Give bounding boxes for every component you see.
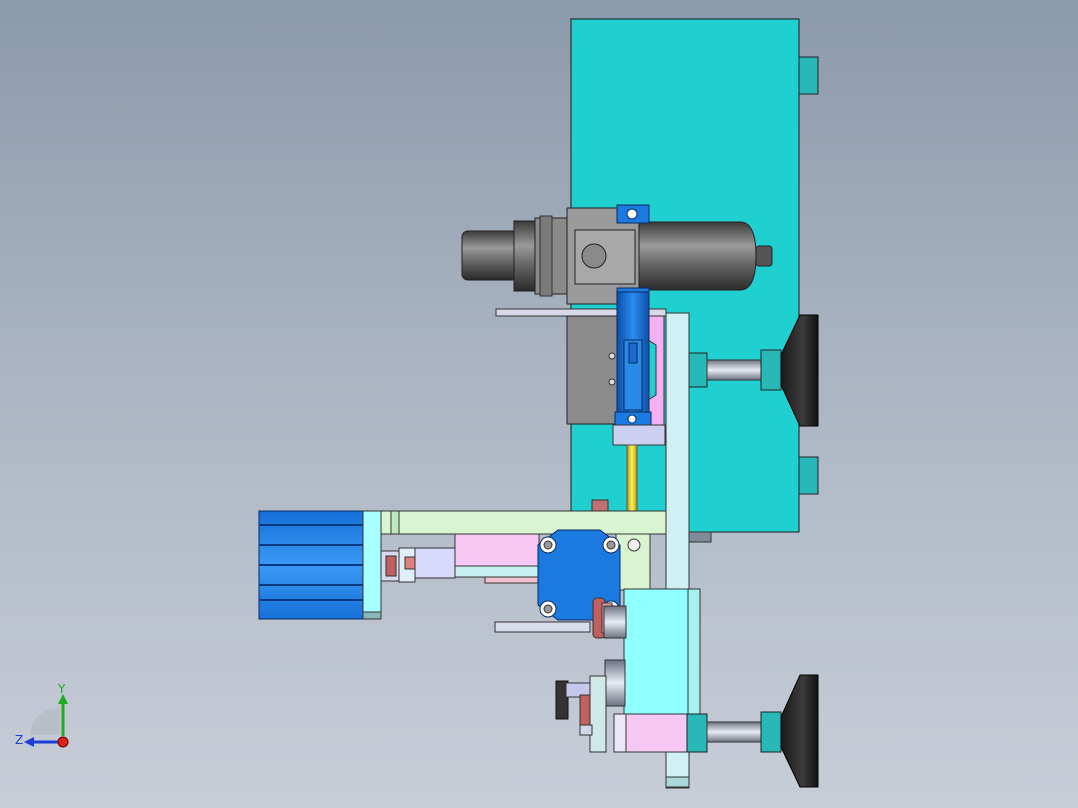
vertical-blue-cylinder[interactable] <box>614 291 652 427</box>
triad-arc-icon <box>30 707 60 735</box>
yellow-guide-rod[interactable] <box>626 444 638 514</box>
lower-suction-pad-assembly[interactable] <box>686 674 819 788</box>
lower-pink-block[interactable] <box>613 713 689 753</box>
lower-thin-plate[interactable] <box>494 621 591 633</box>
machine-assembly-drawing[interactable] <box>0 0 1078 808</box>
z-axis-label: Z <box>15 733 23 747</box>
x-axis-icon <box>57 736 69 748</box>
lower-gray-shaft[interactable] <box>603 605 627 707</box>
y-axis-label: Y <box>57 682 66 696</box>
pink-slider-block[interactable] <box>454 533 540 584</box>
cad-viewport[interactable]: Y Z <box>0 0 1078 808</box>
horizontal-light-green-beam[interactable] <box>379 510 667 535</box>
gray-mount-block[interactable] <box>566 315 618 425</box>
plate-boss-lower[interactable] <box>798 456 819 495</box>
plate-bottom-nub[interactable] <box>688 531 712 543</box>
coordinate-triad: Y Z <box>15 682 69 748</box>
lower-left-bracket[interactable] <box>555 675 607 753</box>
beam-top-nut[interactable] <box>591 499 609 512</box>
plate-boss-upper[interactable] <box>798 56 819 95</box>
left-cylinder-rod[interactable] <box>380 547 456 583</box>
lower-cyan-block[interactable] <box>623 588 701 715</box>
left-blue-guided-cylinder[interactable] <box>258 510 382 620</box>
cylinder-base-plate[interactable] <box>612 424 666 446</box>
